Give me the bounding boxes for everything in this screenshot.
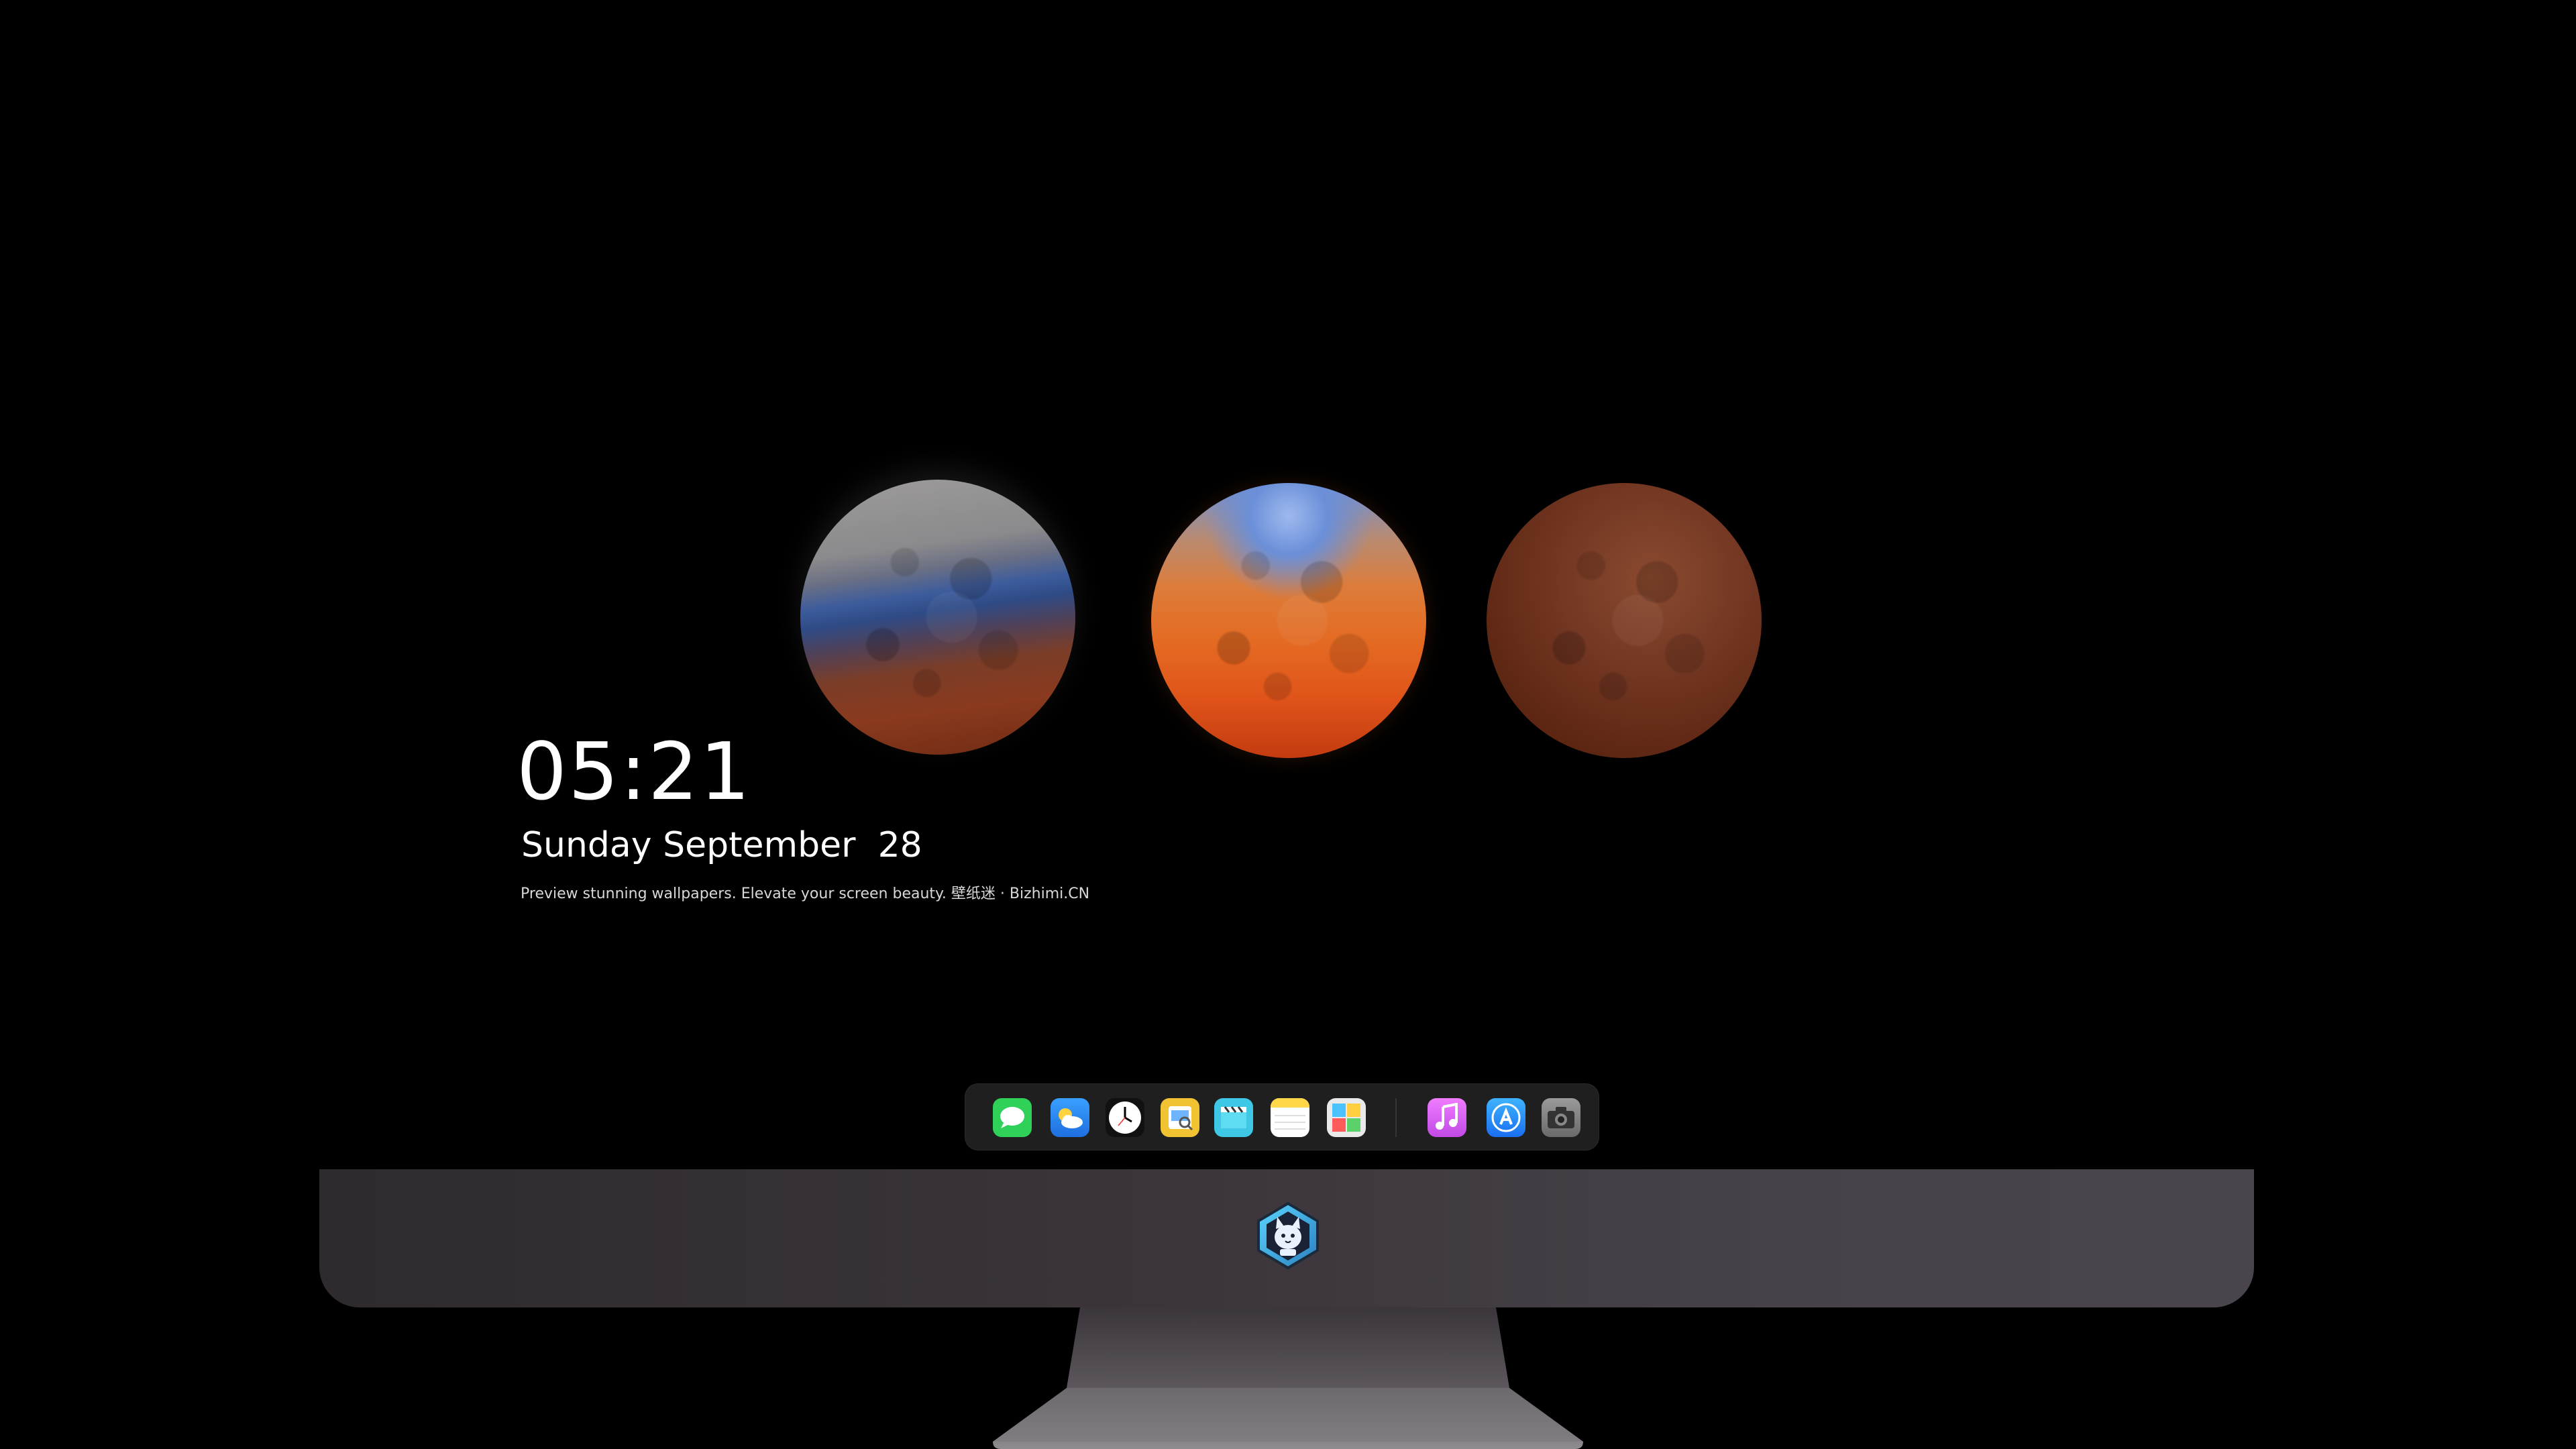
cat-shield-logo-icon [1257, 1201, 1319, 1270]
monitor-stand [993, 1307, 1583, 1449]
dock [965, 1083, 1599, 1150]
blood-moon-bright [1151, 483, 1426, 758]
blood-moon-dark [1487, 483, 1762, 758]
wallpaper-tagline: Preview stunning wallpapers. Elevate you… [521, 885, 1090, 902]
partial-eclipse-moon [800, 480, 1075, 755]
dock-separator [1395, 1098, 1397, 1137]
clock-icon[interactable] [1106, 1098, 1144, 1137]
camera-icon[interactable] [1542, 1098, 1580, 1137]
app-store-icon[interactable] [1487, 1098, 1525, 1137]
lock-screen-date: Sunday September 28 [521, 822, 922, 869]
lock-screen-time: 05:21 [517, 725, 752, 818]
date-day: 28 [877, 825, 922, 865]
date-weekday: Sunday [521, 825, 652, 865]
itunes-icon[interactable] [1428, 1098, 1466, 1137]
date-month: September [663, 825, 856, 865]
notes-icon[interactable] [1271, 1098, 1309, 1137]
preview-icon[interactable] [1161, 1098, 1199, 1137]
messages-icon[interactable] [993, 1098, 1032, 1137]
weather-icon[interactable] [1051, 1098, 1089, 1137]
photo-booth-icon[interactable] [1327, 1098, 1366, 1137]
clips-icon[interactable] [1214, 1098, 1253, 1137]
